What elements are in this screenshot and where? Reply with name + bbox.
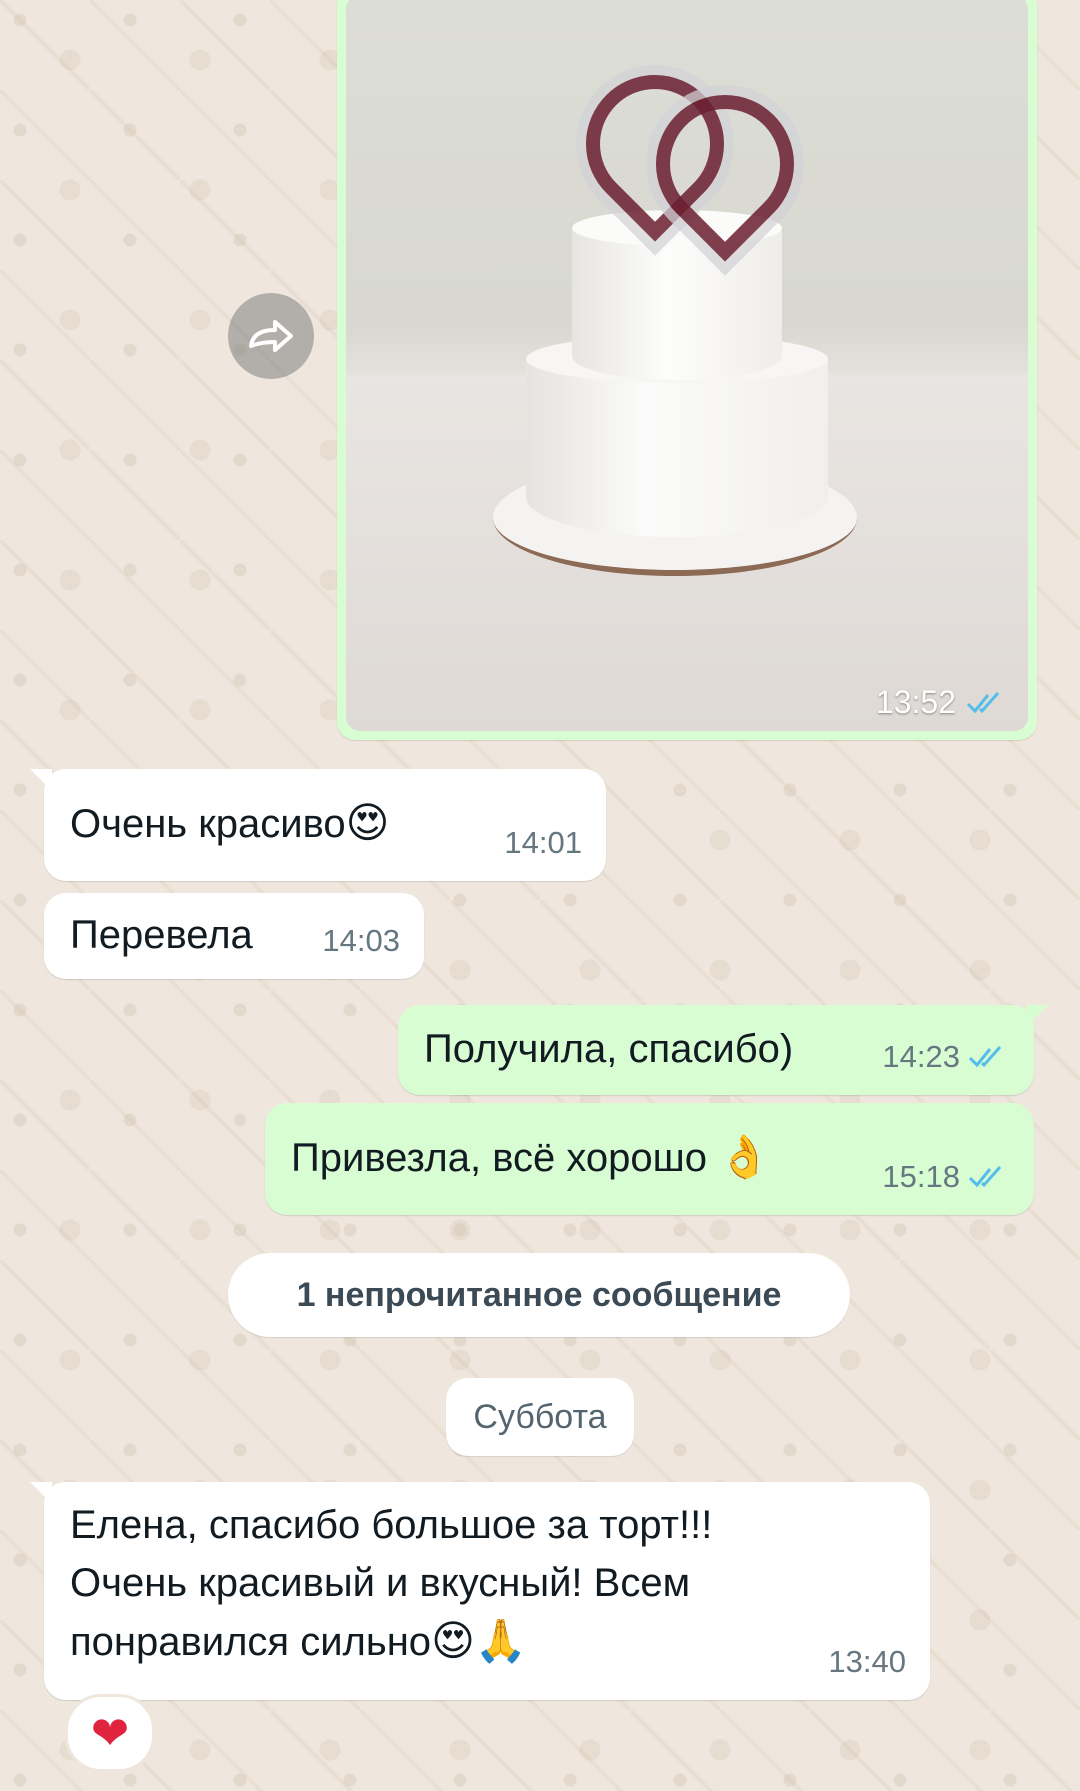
photo-timestamp: 13:52 <box>876 684 1008 721</box>
heart-reaction[interactable]: ❤ <box>65 1694 155 1772</box>
double-check-icon <box>968 1166 1002 1188</box>
emoji-heart-eyes: 😍 <box>345 798 390 847</box>
bubble-tail <box>30 769 52 791</box>
message-time: 14:01 <box>504 825 582 860</box>
message-line: понравился сильно <box>70 1620 432 1664</box>
incoming-message[interactable]: Елена, спасибо большое за торт!!! Очень … <box>30 1482 930 1700</box>
cake-photo[interactable]: 13:52 <box>346 0 1028 731</box>
message-time: 14:03 <box>322 923 400 958</box>
emoji-heart-eyes-praying-hands: 😍🙏 <box>431 1616 528 1665</box>
message-text: Привезла, всё хорошо <box>291 1136 707 1180</box>
message-time: 13:40 <box>828 1644 906 1679</box>
message-time: 14:23 <box>882 1039 960 1074</box>
forward-icon <box>249 320 293 352</box>
bubble-tail <box>1026 1005 1048 1027</box>
message-list[interactable]: 13:52 Очень красиво😍 14:01 Перевела 14:0… <box>0 0 1080 1791</box>
message-line: Очень красивый и вкусный! Всем <box>70 1561 691 1605</box>
incoming-message[interactable]: Очень красиво😍 14:01 <box>30 769 606 881</box>
message-line: Елена, спасибо большое за торт!!! <box>70 1503 713 1547</box>
double-check-icon <box>968 1046 1002 1068</box>
bubble-tail <box>30 1482 52 1504</box>
incoming-message[interactable]: Перевела 14:03 <box>44 893 424 979</box>
message-text: Получила, спасибо) <box>424 1027 794 1071</box>
heart-icon: ❤ <box>90 1706 130 1760</box>
cake-tier-top <box>572 230 782 380</box>
emoji-ok-hand: 👌 <box>718 1132 771 1181</box>
message-text: Очень красиво <box>70 802 346 846</box>
unread-messages-banner: 1 непрочитанное сообщение <box>228 1253 850 1337</box>
double-check-icon <box>966 691 1000 713</box>
forward-button[interactable] <box>228 293 314 379</box>
photo-time: 13:52 <box>875 684 956 720</box>
outgoing-message[interactable]: Получила, спасибо) 14:23 <box>398 1005 1048 1095</box>
cake-tier-bottom <box>526 357 828 537</box>
outgoing-message[interactable]: Привезла, всё хорошо 👌 15:18 <box>265 1103 1034 1215</box>
message-text: Перевела <box>70 913 253 957</box>
photo-message[interactable]: 13:52 <box>337 0 1037 740</box>
date-separator: Суббота <box>446 1378 634 1456</box>
message-time: 15:18 <box>882 1159 960 1194</box>
